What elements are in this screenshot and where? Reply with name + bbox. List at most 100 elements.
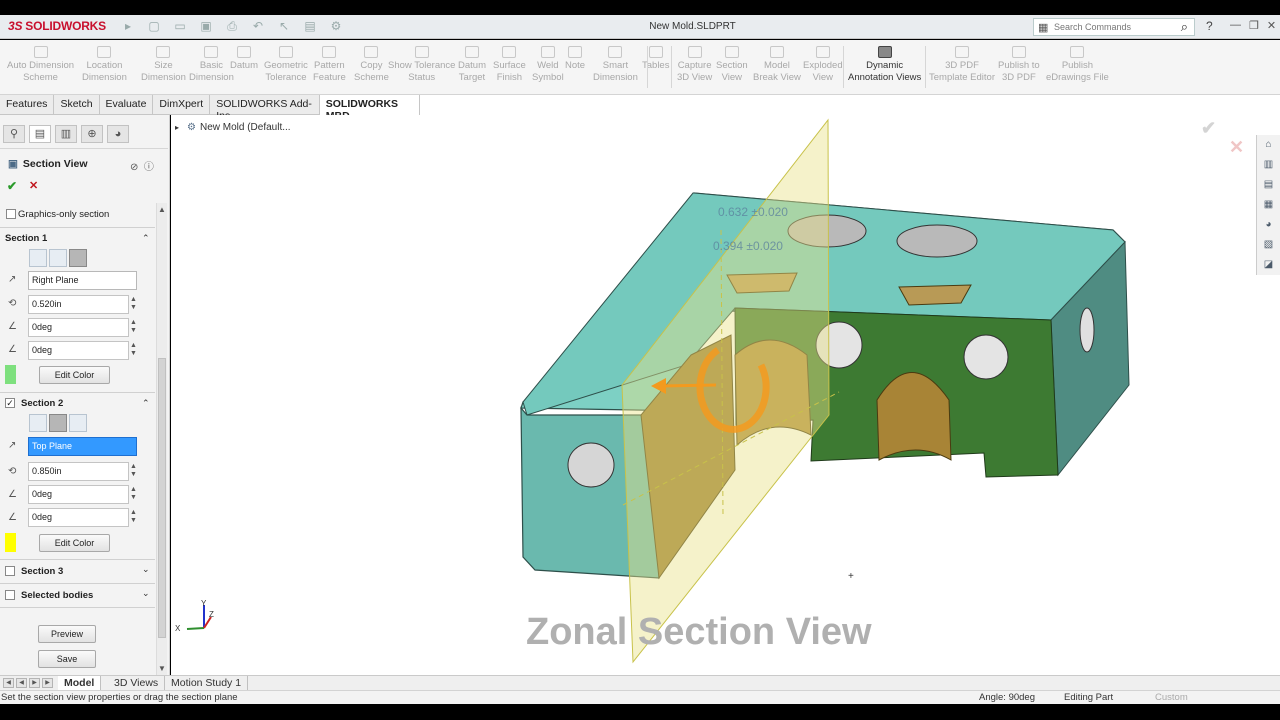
tab-features[interactable]: Features xyxy=(0,95,55,115)
command-button-show-tolerance-status[interactable]: Show Tolerance Status xyxy=(388,46,455,84)
command-button-weld-symbol[interactable]: Weld Symbol xyxy=(532,46,564,84)
solidworks-logo[interactable]: 3S SOLIDWORKS xyxy=(8,19,106,33)
section-1-angle-x-input[interactable]: 0deg xyxy=(28,318,129,337)
units-selector[interactable]: Custom xyxy=(1155,692,1188,703)
command-button-basic-dimension[interactable]: Basic Dimension xyxy=(189,46,234,84)
home-icon[interactable]: ⌂ xyxy=(1257,135,1280,155)
command-button-location-dimension[interactable]: Location Dimension xyxy=(82,46,127,84)
planar-section-icon[interactable] xyxy=(29,249,47,267)
expand-menu-icon[interactable]: ▸ xyxy=(118,19,138,34)
expand-chevron-icon[interactable]: ⌄ xyxy=(142,588,150,599)
section-1-offset-input[interactable]: 0.520in xyxy=(28,295,129,314)
resources-icon[interactable]: ▥ xyxy=(1257,155,1280,175)
section-1-edit-color-button[interactable]: Edit Color xyxy=(39,366,110,384)
offset-spinner[interactable]: ▲ ▼ xyxy=(130,463,137,479)
reverse-section-icon[interactable] xyxy=(69,249,87,267)
property-manager-icon[interactable]: ▤ xyxy=(29,125,51,143)
cancel-button[interactable]: ✕ xyxy=(29,179,38,192)
section-1-angle-y-input[interactable]: 0deg xyxy=(28,341,129,360)
prev-tab-icon[interactable]: ◀ xyxy=(16,678,27,688)
command-button-publish-to-3d-pdf[interactable]: Publish to 3D PDF xyxy=(998,46,1040,84)
file-explorer-icon[interactable]: ▦ xyxy=(1257,195,1280,215)
command-button-publish-edrawings-file[interactable]: Publish eDrawings File xyxy=(1046,46,1109,84)
confirmation-ok-icon[interactable]: ✔ xyxy=(1201,118,1216,139)
tab-solidworks-mbd[interactable]: SOLIDWORKS MBD xyxy=(319,95,420,122)
command-button-datum-target[interactable]: Datum Target xyxy=(458,46,486,84)
command-button-dynamic-annotation-views[interactable]: Dynamic Annotation Views xyxy=(848,46,921,84)
minimize-icon[interactable]: — xyxy=(1230,19,1241,32)
dimension-annotation[interactable]: 0.394 ±0.020 xyxy=(713,239,783,253)
search-commands-input[interactable]: ▦ Search Commands ⌕ xyxy=(1033,18,1195,36)
command-button-datum[interactable]: Datum xyxy=(230,46,258,72)
command-button-surface-finish[interactable]: Surface Finish xyxy=(493,46,526,84)
select-icon[interactable]: ↖ xyxy=(274,19,294,34)
command-button-capture-3d-view[interactable]: Capture 3D View xyxy=(677,46,712,84)
dimxpert-manager-icon[interactable]: ⊕ xyxy=(81,125,103,143)
save-icon[interactable]: ▣ xyxy=(196,19,216,34)
panel-scrollbar[interactable]: ▲ ▼ xyxy=(156,203,167,675)
collapse-chevron-icon[interactable]: ⌃ xyxy=(142,398,150,409)
display-manager-icon[interactable]: ◕ xyxy=(107,125,129,143)
feature-manager-icon[interactable]: ⚲ xyxy=(3,125,25,143)
section-3-header[interactable]: Section 3 xyxy=(21,566,63,577)
zonal-section-icon[interactable] xyxy=(49,414,67,432)
undo-icon[interactable]: ↶ xyxy=(248,19,268,34)
command-button-copy-scheme[interactable]: Copy Scheme xyxy=(354,46,389,84)
print-icon[interactable]: ⎙ xyxy=(222,19,242,34)
section-2-angle-x-input[interactable]: 0deg xyxy=(28,485,129,504)
custom-properties-icon[interactable]: ▧ xyxy=(1257,235,1280,255)
section-2-checkbox[interactable]: ✓ xyxy=(5,398,15,408)
angle-x-spinner[interactable]: ▲ ▼ xyxy=(130,486,137,502)
command-button-3d-pdf-template-editor[interactable]: 3D PDF Template Editor xyxy=(929,46,995,84)
scroll-up-icon[interactable]: ▲ xyxy=(158,205,166,214)
command-button-smart-dimension[interactable]: Smart Dimension xyxy=(593,46,638,84)
options-gear-icon[interactable]: ⚙ xyxy=(326,19,346,34)
search-icon[interactable]: ⌕ xyxy=(1181,19,1188,35)
command-button-geometric-tolerance[interactable]: Geometric Tolerance xyxy=(264,46,308,84)
scroll-thumb[interactable] xyxy=(158,358,166,638)
planar-section-icon[interactable] xyxy=(29,414,47,432)
graphics-area[interactable]: ▸ ⚙ New Mold (Default... Y X Z 0.632 ±0.… xyxy=(171,115,1280,675)
help-icons[interactable]: ⊘ ⓘ xyxy=(130,158,154,173)
preview-button[interactable]: Preview xyxy=(38,625,96,643)
design-library-icon[interactable]: ▤ xyxy=(1257,175,1280,195)
confirmation-cancel-icon[interactable]: ✕ xyxy=(1229,137,1244,158)
appearances-icon[interactable]: ◕ xyxy=(1257,215,1280,235)
tab-evaluate[interactable]: Evaluate xyxy=(99,95,154,115)
ok-button[interactable]: ✔ xyxy=(7,179,17,193)
command-button-model-break-view[interactable]: Model Break View xyxy=(753,46,801,84)
section-3-checkbox[interactable] xyxy=(5,566,15,576)
configuration-manager-icon[interactable]: ▥ xyxy=(55,125,77,143)
bottom-tab-motion-study-1[interactable]: Motion Study 1 xyxy=(165,676,249,691)
command-button-auto-dimension-scheme[interactable]: Auto Dimension Scheme xyxy=(7,46,74,84)
rebuild-icon[interactable]: ▤ xyxy=(300,19,320,34)
command-button-pattern-feature[interactable]: Pattern Feature xyxy=(313,46,346,84)
new-document-icon[interactable]: ▢ xyxy=(144,19,164,34)
offset-spinner[interactable]: ▲ ▼ xyxy=(130,296,137,312)
search-scope-icon[interactable]: ▦ xyxy=(1038,21,1048,34)
drag-arrow[interactable] xyxy=(660,383,717,388)
dimension-annotation[interactable]: 0.632 ±0.020 xyxy=(718,205,788,219)
selected-bodies-header[interactable]: Selected bodies xyxy=(21,590,93,601)
tab-sketch[interactable]: Sketch xyxy=(54,95,100,115)
bottom-tab-3d-views[interactable]: 3D Views xyxy=(108,676,166,691)
section-2-angle-y-input[interactable]: 0deg xyxy=(28,508,129,527)
angle-x-spinner[interactable]: ▲ ▼ xyxy=(130,319,137,335)
tab-dimxpert[interactable]: DimXpert xyxy=(153,95,211,115)
bottom-tab-model[interactable]: Model xyxy=(58,676,102,691)
model-view[interactable]: Y X Z 0.632 ±0.020 0.394 ±0.020 xyxy=(171,115,1280,675)
section-2-offset-input[interactable]: 0.850in xyxy=(28,462,129,481)
expand-chevron-icon[interactable]: ⌄ xyxy=(142,564,150,575)
angle-y-spinner[interactable]: ▲ ▼ xyxy=(130,342,137,358)
command-button-size-dimension[interactable]: Size Dimension xyxy=(141,46,186,84)
collapse-chevron-icon[interactable]: ⌃ xyxy=(142,233,150,244)
forum-icon[interactable]: ◪ xyxy=(1257,255,1280,275)
section-1-plane-field[interactable]: Right Plane xyxy=(28,271,137,290)
next-tab-icon[interactable]: ▶ xyxy=(29,678,40,688)
help-button[interactable]: ? xyxy=(1206,19,1213,33)
selected-bodies-checkbox[interactable] xyxy=(5,590,15,600)
section-2-plane-field[interactable]: Top Plane xyxy=(28,437,137,456)
graphics-only-checkbox[interactable] xyxy=(6,209,16,219)
command-button-exploded-view[interactable]: Exploded View xyxy=(803,46,843,84)
close-icon[interactable]: ✕ xyxy=(1267,19,1276,32)
